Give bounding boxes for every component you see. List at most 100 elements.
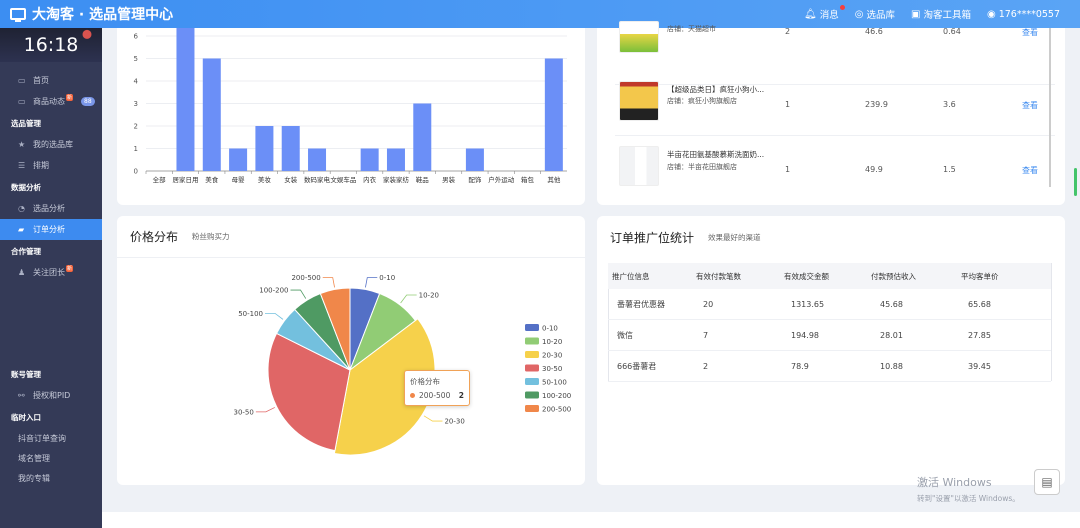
sidebar-item-feed[interactable]: ▭ 商品动态 新 88 [0, 91, 102, 112]
sidebar-item-label: 选品分析 [33, 204, 65, 213]
sidebar-item-label: 订单分析 [33, 225, 65, 234]
x-tick-label: 配饰 [468, 175, 482, 184]
column-header: 付款预估收入 [871, 271, 916, 281]
folder-icon: ▰ [18, 225, 25, 234]
toolbox-icon: ▣ [910, 8, 921, 20]
new-badge: 新 [66, 265, 74, 272]
x-tick-label: 家装家纺 [383, 175, 410, 184]
table-cell: 28.01 [880, 330, 903, 340]
nav-toolbox[interactable]: ▣ 淘客工具箱 [910, 7, 971, 22]
table-cell: 39.45 [968, 361, 991, 371]
sidebar-item-my-column[interactable]: 我的专辑 [0, 468, 102, 488]
notes-button[interactable]: ▤ [1034, 469, 1060, 495]
y-tick-label: 5 [134, 55, 138, 63]
table-cell: 20 [703, 299, 714, 309]
bar [229, 148, 248, 171]
side-indicator [1074, 168, 1077, 196]
sidebar-item-my-library[interactable]: ★ 我的选品库 [0, 134, 102, 155]
sidebar-item-label: 首页 [33, 76, 49, 85]
series-dot-icon [410, 393, 415, 398]
product-thumbnail [619, 81, 659, 121]
table-header: 推广位信息 有效付款笔数 有效成交金额 付款预估收入 平均客单价 [608, 263, 1051, 289]
new-badge: 新 [66, 94, 74, 101]
list-item: 半亩花田氨基酸慕斯洗面奶... 店铺：半亩花田旗舰店 1 49.9 1.5 查看 [615, 137, 1055, 197]
sidebar-item-domain[interactable]: 域名管理 [0, 448, 102, 468]
pie-slice-label: 50-100 [238, 310, 263, 318]
legend-label: 30-50 [542, 365, 562, 373]
table-cell: 666番薯君 [617, 361, 657, 371]
order-table: 推广位信息 有效付款笔数 有效成交金额 付款预估收入 平均客单价 番薯君优惠器 … [608, 263, 1051, 382]
price: 239.9 [865, 100, 888, 109]
x-tick-label: 其他 [547, 175, 561, 184]
table-cell: 27.85 [968, 330, 991, 340]
sidebar: 16:18 ▭ 首页 ▭ 商品动态 新 88 选品管理 ★ 我的选品库 ☰ 排期… [0, 28, 102, 528]
bar [202, 58, 221, 171]
table-row[interactable]: 番薯君优惠器 20 1313.65 45.68 65.68 [608, 289, 1051, 320]
bar [544, 58, 563, 171]
order-count: 1 [785, 165, 791, 174]
nav-user-label: 176****0557 [998, 8, 1060, 20]
monitor-logo-icon [10, 8, 26, 22]
view-link[interactable]: 查看 [1022, 100, 1038, 111]
pie-slice-label: 100-200 [259, 287, 288, 295]
y-tick-label: 4 [134, 78, 139, 86]
product-thumbnail [619, 146, 659, 186]
brand[interactable]: 大淘客 · 选品管理中心 [0, 4, 173, 24]
category-bar-panel: 0 1 2 3 4 5 6 全部 居家日用 美食 母婴 美妆 女装 数码家电 文娱车品 内衣 家装家纺 鞋品 男装 配… [117, 28, 585, 205]
pie-label-line [365, 277, 378, 288]
pie-chart-icon: ◔ [18, 204, 25, 213]
nav-messages-label: 消息 [819, 10, 839, 21]
table-cell: 10.88 [880, 361, 903, 371]
sidebar-item-select-analysis[interactable]: ◔ 选品分析 [0, 198, 102, 219]
feed-count-badge: 88 [81, 97, 95, 106]
pie-label-line [423, 415, 443, 422]
nav-messages[interactable]: 🔔︎ 消息 [804, 5, 845, 21]
sidebar-item-douyin[interactable]: 抖音订单查询 [0, 428, 102, 448]
bar [308, 148, 327, 171]
nav-library[interactable]: ◎ 选品库 [854, 7, 895, 22]
sidebar-item-auth-pid[interactable]: ⚯ 授权和PID [0, 385, 102, 406]
table-cell: 1313.65 [791, 299, 825, 309]
product-thumbnail [619, 21, 659, 53]
x-tick-label: 女装 [284, 175, 298, 184]
pie-label-line [255, 407, 275, 413]
pie-label-line [290, 289, 307, 299]
shop-name: 店铺：疯狂小狗旗舰店 [667, 97, 737, 105]
sidebar-item-follow-team[interactable]: ♟ 关注团长 新 [0, 262, 102, 283]
sidebar-item-home[interactable]: ▭ 首页 [0, 70, 102, 91]
view-link[interactable]: 查看 [1022, 165, 1038, 176]
x-tick-label: 文娱车品 [330, 175, 356, 184]
clock-time: 16:18 [23, 34, 79, 56]
x-tick-label: 内衣 [363, 175, 377, 184]
sidebar-item-rank[interactable]: ☰ 排期 [0, 155, 102, 176]
panel-title: 价格分布 [130, 230, 179, 244]
nav-user[interactable]: ◉ 176****0557 [987, 9, 1060, 20]
panel-subtitle: 粉丝购买力 [192, 232, 230, 241]
commission: 1.5 [943, 165, 956, 174]
shop-name: 店铺：天猫超市 [667, 25, 716, 33]
compass-icon: ◎ [854, 8, 864, 20]
panel-header: 订单推广位统计 效果最好的渠道 [597, 216, 1065, 258]
product-name[interactable]: 【超级品类日】疯狂小狗小... [667, 84, 764, 95]
y-tick-label: 2 [134, 123, 138, 131]
table-row[interactable]: 666番薯君 2 78.9 10.88 39.45 [608, 351, 1051, 382]
sidebar-item-order-analysis[interactable]: ▰ 订单分析 [0, 219, 102, 240]
view-link[interactable]: 查看 [1022, 27, 1038, 38]
page-footer [102, 512, 1080, 528]
product-name[interactable]: 半亩花田氨基酸慕斯洗面奶... [667, 149, 764, 160]
scrollbar[interactable] [1049, 28, 1051, 187]
pie-tooltip: 价格分布 200-500 2 [404, 370, 470, 406]
table-row[interactable]: 微信 7 194.98 28.01 27.85 [608, 320, 1051, 351]
clock-widget: 16:18 [0, 28, 102, 62]
x-tick-label: 数码家电 [304, 175, 331, 184]
pie-label-line [322, 277, 335, 288]
column-header: 推广位信息 [612, 271, 650, 281]
table-cell: 65.68 [968, 299, 991, 309]
bar [176, 28, 195, 171]
price-pie-chart: 0-1010-2020-3030-5050-100100-200200-5000… [234, 274, 571, 456]
table-cell: 2 [703, 361, 709, 371]
shop-name: 店铺：半亩花田旗舰店 [667, 163, 737, 171]
x-tick-label: 男装 [442, 175, 456, 184]
star-icon: ★ [18, 140, 26, 149]
legend-swatch [525, 378, 539, 385]
